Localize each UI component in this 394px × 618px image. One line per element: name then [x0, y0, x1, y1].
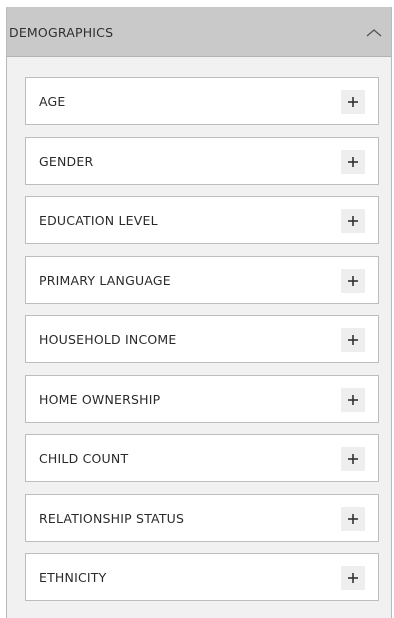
- filter-item-label: PRIMARY LANGUAGE: [39, 273, 171, 288]
- filter-item-label: GENDER: [39, 154, 94, 169]
- filter-item-age[interactable]: AGE: [25, 77, 379, 125]
- filter-item-child-count[interactable]: CHILD COUNT: [25, 434, 379, 482]
- filter-item-education-level[interactable]: EDUCATION LEVEL: [25, 196, 379, 244]
- plus-icon[interactable]: [341, 388, 365, 412]
- plus-icon[interactable]: [341, 90, 365, 114]
- plus-icon[interactable]: [341, 150, 365, 174]
- plus-icon[interactable]: [341, 209, 365, 233]
- filter-item-home-ownership[interactable]: HOME OWNERSHIP: [25, 375, 379, 423]
- filter-item-label: EDUCATION LEVEL: [39, 213, 158, 228]
- filter-item-relationship-status[interactable]: RELATIONSHIP STATUS: [25, 494, 379, 542]
- plus-icon[interactable]: [341, 566, 365, 590]
- filter-item-household-income[interactable]: HOUSEHOLD INCOME: [25, 315, 379, 363]
- panel-title: DEMOGRAPHICS: [9, 25, 114, 40]
- filter-item-label: RELATIONSHIP STATUS: [39, 511, 185, 526]
- plus-icon[interactable]: [341, 328, 365, 352]
- filter-item-label: AGE: [39, 94, 66, 109]
- demographics-panel: DEMOGRAPHICS AGE GENDER EDUCATION LEVEL PRI…: [6, 7, 392, 618]
- filter-item-label: ETHNICITY: [39, 570, 107, 585]
- demographics-header[interactable]: DEMOGRAPHICS: [7, 7, 391, 57]
- filter-item-primary-language[interactable]: PRIMARY LANGUAGE: [25, 256, 379, 304]
- plus-icon[interactable]: [341, 507, 365, 531]
- plus-icon[interactable]: [341, 447, 365, 471]
- filter-item-label: HOME OWNERSHIP: [39, 392, 161, 407]
- filter-item-gender[interactable]: GENDER: [25, 137, 379, 185]
- filter-item-ethnicity[interactable]: ETHNICITY: [25, 553, 379, 601]
- plus-icon[interactable]: [341, 269, 365, 293]
- filter-item-label: HOUSEHOLD INCOME: [39, 332, 177, 347]
- filter-item-label: CHILD COUNT: [39, 451, 129, 466]
- chevron-up-icon[interactable]: [365, 25, 383, 39]
